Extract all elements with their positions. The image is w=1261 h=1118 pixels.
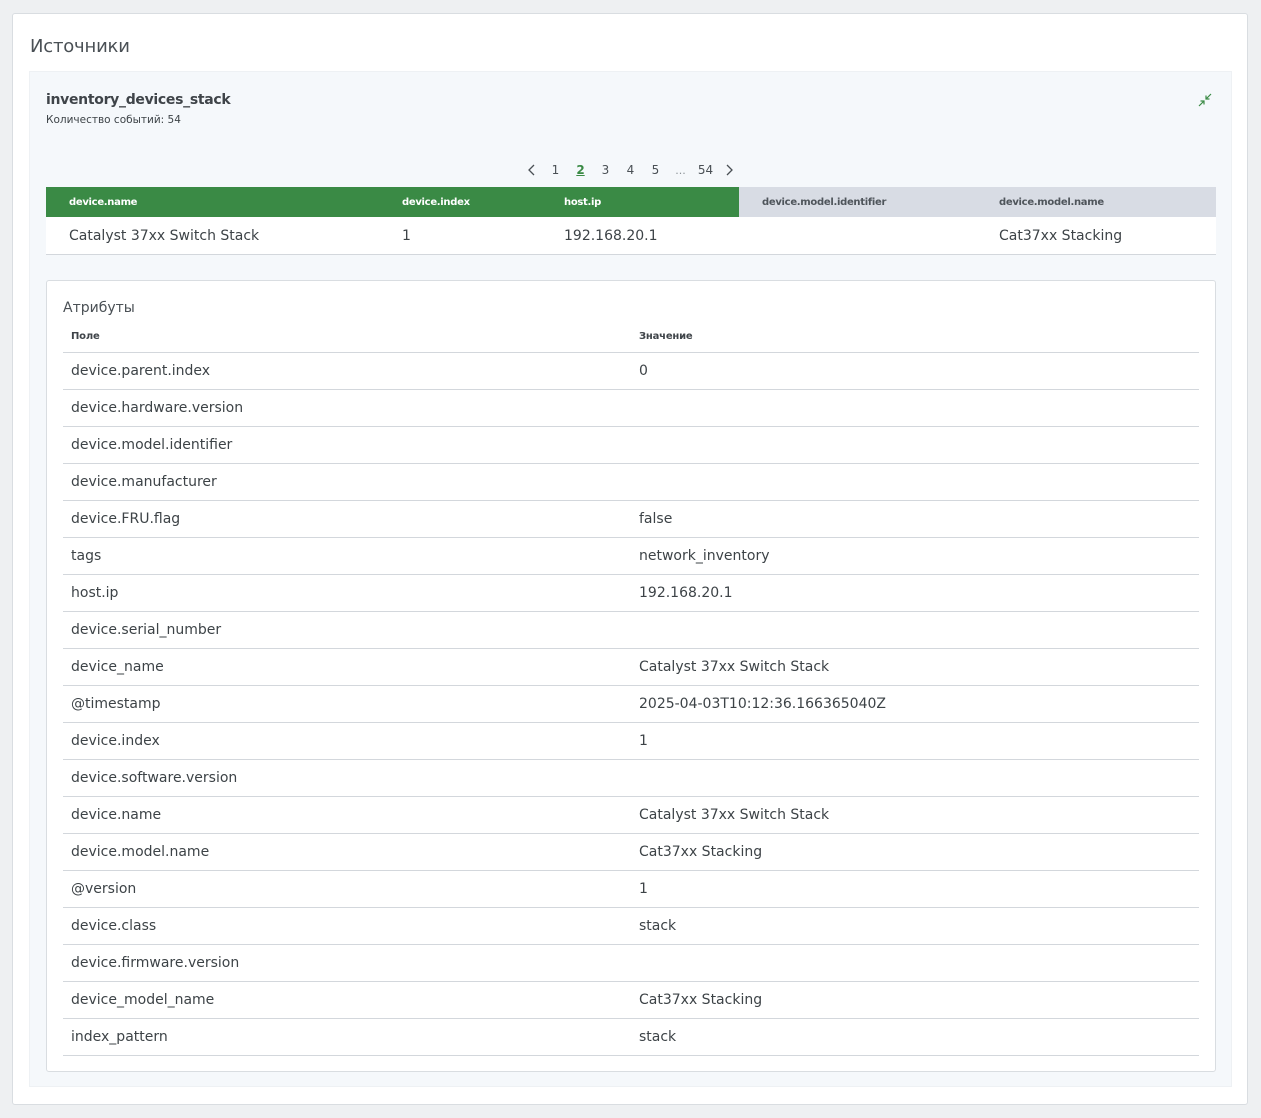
attribute-value <box>631 611 1199 649</box>
attribute-field: index_pattern <box>63 1018 631 1056</box>
page-ellipsis: ... <box>675 163 686 177</box>
attribute-field: device.software.version <box>63 759 631 797</box>
attribute-value <box>631 426 1199 464</box>
attribute-value <box>631 463 1199 501</box>
table-row: device.index 1 <box>63 722 1199 760</box>
table-row: device.model.identifier <box>63 426 1199 464</box>
prev-page-button[interactable] <box>521 163 543 177</box>
pagination: 1 2 3 4 5 ... 54 <box>30 160 1231 180</box>
attribute-field: @version <box>63 870 631 908</box>
table-row: device.FRU.flag false <box>63 500 1199 538</box>
table-row: tags network_inventory <box>63 537 1199 575</box>
table-row[interactable]: Catalyst 37xx Switch Stack 1 192.168.20.… <box>46 217 1216 255</box>
attribute-value: 0 <box>631 352 1199 390</box>
chevron-right-icon <box>726 164 733 176</box>
table-row: @timestamp 2025-04-03T10:12:36.166365040Z <box>63 685 1199 723</box>
table-row: device_model_name Cat37xx Stacking <box>63 981 1199 1019</box>
attribute-value <box>631 944 1199 982</box>
collapse-button[interactable] <box>1195 90 1215 110</box>
table-row: device.hardware.version <box>63 389 1199 427</box>
chevron-left-icon <box>528 164 535 176</box>
attribute-value: Catalyst 37xx Switch Stack <box>631 648 1199 686</box>
attribute-value: stack <box>631 907 1199 945</box>
event-count: Количество событий: 54 <box>46 114 181 126</box>
events-grid: device.name device.index host.ip device.… <box>46 187 1216 255</box>
cell-host-ip: 192.168.20.1 <box>564 227 658 244</box>
attribute-value: 2025-04-03T10:12:36.166365040Z <box>631 685 1199 723</box>
cell-device-model-name: Cat37xx Stacking <box>999 227 1123 244</box>
value-column-header: Значение <box>631 322 1199 353</box>
page-2-current[interactable]: 2 <box>568 163 593 177</box>
table-row: device.serial_number <box>63 611 1199 649</box>
attribute-field: device_name <box>63 648 631 686</box>
column-header[interactable]: device.model.name <box>976 187 1216 217</box>
cell-device-index: 1 <box>402 227 411 244</box>
page-54[interactable]: 54 <box>693 163 718 177</box>
table-row: index_pattern stack <box>63 1018 1199 1056</box>
table-row: @version 1 <box>63 870 1199 908</box>
cell-device-name: Catalyst 37xx Switch Stack <box>69 227 260 244</box>
attribute-field: device_model_name <box>63 981 631 1019</box>
attribute-field: device.serial_number <box>63 611 631 649</box>
table-row: device_name Catalyst 37xx Switch Stack <box>63 648 1199 686</box>
attribute-field: device.model.name <box>63 833 631 871</box>
grid-header: device.name device.index host.ip device.… <box>46 187 1216 217</box>
column-header[interactable]: device.index <box>379 187 541 217</box>
page-4[interactable]: 4 <box>618 163 643 177</box>
attribute-value: 1 <box>631 722 1199 760</box>
attribute-value: 192.168.20.1 <box>631 574 1199 612</box>
column-header[interactable]: host.ip <box>541 187 739 217</box>
attribute-field: tags <box>63 537 631 575</box>
next-page-button[interactable] <box>718 163 740 177</box>
attribute-value: false <box>631 500 1199 538</box>
table-row: device.name Catalyst 37xx Switch Stack <box>63 796 1199 834</box>
attribute-field: device.firmware.version <box>63 944 631 982</box>
attribute-value: Catalyst 37xx Switch Stack <box>631 796 1199 834</box>
attribute-value: 1 <box>631 870 1199 908</box>
collapse-icon <box>1198 93 1212 107</box>
table-row: device.class stack <box>63 907 1199 945</box>
attribute-field: device.manufacturer <box>63 463 631 501</box>
page-1[interactable]: 1 <box>543 163 568 177</box>
attribute-field: device.parent.index <box>63 352 631 390</box>
attribute-field: @timestamp <box>63 685 631 723</box>
attributes-table: Поле Значение device.parent.index 0 device… <box>63 322 1199 1056</box>
attribute-value <box>631 389 1199 427</box>
attributes-title: Атрибуты <box>63 300 135 316</box>
table-row: device.parent.index 0 <box>63 352 1199 390</box>
page-title: Источники <box>30 36 130 57</box>
attribute-field: device.model.identifier <box>63 426 631 464</box>
attribute-field: device.class <box>63 907 631 945</box>
table-row: device.software.version <box>63 759 1199 797</box>
attribute-field: host.ip <box>63 574 631 612</box>
attribute-field: device.name <box>63 796 631 834</box>
attribute-value: Cat37xx Stacking <box>631 833 1199 871</box>
attribute-value: Cat37xx Stacking <box>631 981 1199 1019</box>
field-column-header: Поле <box>63 322 631 353</box>
source-title: inventory_devices_stack <box>46 92 231 108</box>
sources-card: Источники inventory_devices_stack Количе… <box>12 13 1248 1105</box>
attribute-field: device.hardware.version <box>63 389 631 427</box>
attribute-field: device.index <box>63 722 631 760</box>
table-row: host.ip 192.168.20.1 <box>63 574 1199 612</box>
table-row: device.firmware.version <box>63 944 1199 982</box>
attributes-panel: Атрибуты Поле Значение device.parent.ind… <box>46 280 1216 1072</box>
attribute-value: stack <box>631 1018 1199 1056</box>
page-3[interactable]: 3 <box>593 163 618 177</box>
table-row: device.model.name Cat37xx Stacking <box>63 833 1199 871</box>
attribute-field: device.FRU.flag <box>63 500 631 538</box>
page-5[interactable]: 5 <box>643 163 668 177</box>
attribute-value: network_inventory <box>631 537 1199 575</box>
column-header[interactable]: device.model.identifier <box>739 187 976 217</box>
column-header[interactable]: device.name <box>46 187 379 217</box>
cell-device-model-identifier <box>739 217 976 254</box>
source-panel: inventory_devices_stack Количество событ… <box>29 71 1232 1087</box>
table-row: device.manufacturer <box>63 463 1199 501</box>
attribute-value <box>631 759 1199 797</box>
